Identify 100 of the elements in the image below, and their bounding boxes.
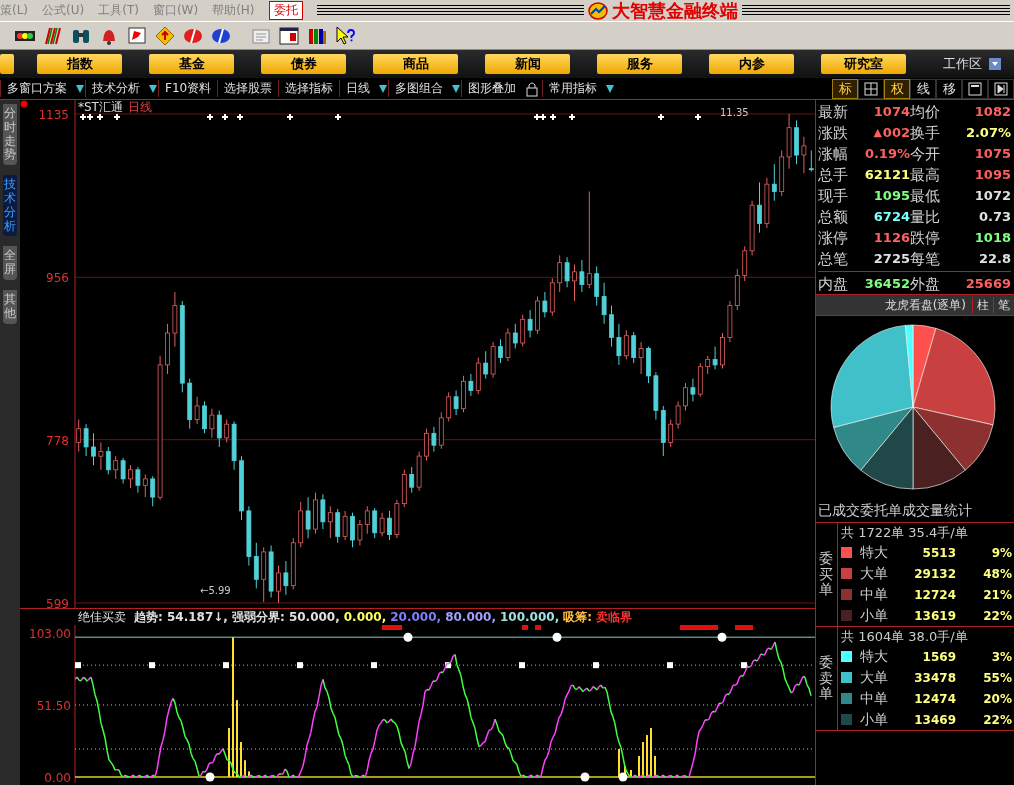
legend-value: 强弱分界: 50.000,	[231, 608, 340, 626]
panel-tab[interactable]: 柱	[972, 296, 993, 314]
nav-button[interactable]: 研究室	[821, 54, 906, 74]
quote-label: 换手	[910, 123, 941, 143]
low-price-note: ←5.99	[200, 585, 231, 596]
order-percent: 55%	[982, 670, 1013, 685]
quote-value: 25669	[965, 275, 1011, 293]
order-percent: 9%	[990, 545, 1013, 560]
toolbar-button[interactable]	[962, 78, 988, 99]
candle	[91, 432, 96, 466]
order-size-label: 中单	[860, 689, 889, 708]
candle	[128, 464, 133, 489]
toolbar-button[interactable]: 标	[832, 78, 858, 99]
order-percent: 3%	[990, 649, 1013, 664]
candle	[239, 455, 244, 521]
legend-value: 80.000,	[445, 610, 496, 624]
toolbar-button[interactable]: 线	[910, 78, 936, 99]
legend-value: 吸筹:	[563, 608, 593, 626]
order-volume: 33478	[913, 670, 956, 685]
nav-button[interactable]: 商品	[373, 54, 458, 74]
toolbar-button[interactable]	[858, 78, 884, 99]
toolbar-button[interactable]: 移	[936, 78, 962, 99]
order-volume: 29132	[913, 566, 956, 581]
legend-value: 100.000,	[500, 610, 560, 624]
nav-button[interactable]: 指数	[37, 54, 122, 74]
indicator-axis-label: 0.00	[44, 771, 71, 783]
help-cursor-icon[interactable]	[334, 24, 356, 47]
quote-label: 跌停	[910, 228, 941, 248]
quote-value: 1075	[974, 145, 1011, 163]
side-tab[interactable]: 分时走势	[3, 104, 17, 166]
toolbar-button[interactable]: 多窗口方案	[0, 80, 73, 97]
chart-logo-icon[interactable]	[588, 1, 609, 20]
flag-icon[interactable]	[126, 24, 148, 47]
nav-button[interactable]: 服务	[597, 54, 682, 74]
trade-button[interactable]: 委托	[268, 1, 303, 20]
order-percent: 21%	[982, 587, 1013, 602]
legend-value: 0.000,	[343, 610, 387, 624]
toolbar-button[interactable]: 选择指标	[278, 80, 340, 97]
high-price-note: 11.35	[720, 107, 749, 118]
side-tab[interactable]: 全屏	[3, 246, 17, 280]
stats-title: 已成交委托单成交量统计	[816, 500, 1014, 523]
lock-icon[interactable]	[525, 80, 540, 97]
diamond-icon[interactable]	[154, 24, 176, 47]
quote-value: 1082	[974, 103, 1011, 121]
side-tab[interactable]: 其他	[3, 289, 17, 324]
window-title: 大智慧金融终端	[612, 0, 739, 23]
nav-button[interactable]: 内参	[709, 54, 794, 74]
toolbar-button[interactable]: 常用指标	[542, 80, 604, 97]
quote-label: 涨跌	[818, 123, 849, 143]
legend-value: 20.000,	[390, 610, 442, 624]
toolbar-button[interactable]: 选择股票	[217, 80, 279, 97]
candle	[535, 296, 540, 335]
panel-tab[interactable]: 笔	[993, 296, 1014, 314]
candle	[757, 181, 762, 234]
price-axis-label: 599	[46, 597, 69, 608]
quote-value: 1095	[873, 187, 910, 205]
quote-value: 6724	[873, 208, 910, 226]
quote-label: 最低	[910, 186, 941, 206]
toolbar-button[interactable]: 图形叠加	[461, 80, 523, 97]
quote-value: 62121	[864, 166, 910, 184]
nav-button[interactable]: 基金	[149, 54, 234, 74]
order-percent: 22%	[982, 712, 1013, 727]
indicator-axis-label: 51.50	[36, 699, 71, 713]
quote-value: 002	[882, 124, 910, 142]
chart-title: *ST汇通	[78, 100, 123, 114]
side-tab[interactable]: 技术分析	[3, 175, 17, 237]
quote-value: 1074	[873, 103, 910, 121]
quote-label: 涨幅	[818, 144, 849, 164]
quote-value: 36452	[864, 275, 910, 293]
price-axis-label: 1135	[38, 108, 69, 122]
order-summary: 共 1722单 35.4手/单	[841, 524, 969, 542]
quote-label: 现手	[818, 186, 849, 206]
candle	[646, 346, 651, 384]
toolbar-button[interactable]	[988, 78, 1014, 99]
candle	[794, 119, 799, 165]
toolbar-button[interactable]: 日线	[339, 80, 377, 97]
nav-button[interactable]: 债券	[261, 54, 346, 74]
quote-label: 最新	[818, 102, 849, 122]
quote-value: 1095	[974, 166, 1011, 184]
workspace-button[interactable]: 工作区	[943, 55, 982, 73]
toolbar-button[interactable]: 技术分析	[85, 80, 146, 97]
toolbar-button[interactable]: 多图组合	[388, 80, 450, 97]
nav-button[interactable]: 新闻	[485, 54, 570, 74]
price-axis-label: 956	[46, 271, 69, 286]
toolbar-button[interactable]: F10资料	[158, 80, 218, 97]
candle	[165, 323, 170, 375]
price-axis-label: 778	[46, 433, 69, 448]
dot-icon[interactable]	[20, 100, 28, 108]
order-percent: 20%	[982, 691, 1013, 706]
candle	[424, 428, 429, 462]
candle	[609, 305, 614, 348]
trend-arrow-icon: ▲	[873, 123, 882, 143]
toolbar-button[interactable]: 权	[884, 78, 910, 99]
order-summary: 共 1604单 38.0手/单	[841, 628, 969, 646]
quote-label: 今开	[910, 144, 941, 164]
quote-value: 1018	[974, 229, 1011, 247]
candle	[572, 264, 577, 302]
window-icon[interactable]	[278, 24, 300, 47]
candle	[461, 375, 466, 413]
order-size-label: 小单	[860, 606, 889, 625]
